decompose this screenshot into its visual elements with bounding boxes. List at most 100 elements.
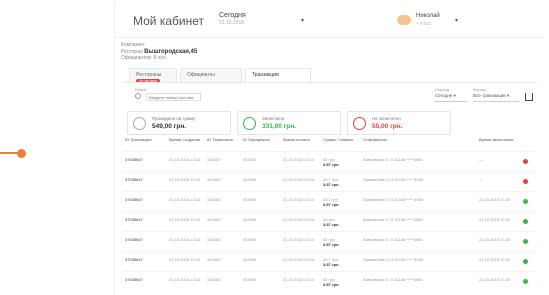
column-header[interactable]: Время зачисления <box>479 137 529 142</box>
column-header[interactable]: ID Транзакции <box>125 137 161 142</box>
cell-tips-value: 3.87 грн. <box>323 202 340 207</box>
cell-tips-value: 3.87 грн. <box>323 242 340 247</box>
cell-waiter-value: 443453 <box>243 197 257 202</box>
cell-id: 47035647 <box>125 237 165 242</box>
cell-created: 21.10.2018 13:14 <box>169 177 203 182</box>
cell-id: 47035647 <box>125 277 165 282</box>
card-value: 549,00 грн. <box>152 123 187 130</box>
cell-created: 21.10.2018 13:14 <box>169 217 203 222</box>
page-title: Мой кабинет <box>133 14 205 28</box>
cell-sender-value: Банковская 4 / 5 31148 **** 6985 <box>363 237 423 242</box>
table-row[interactable]: 47035647 21.10.2018 13:14 443453 443453 21.1… <box>123 251 537 271</box>
progress-ring-icon <box>133 117 146 130</box>
restaurant-prefix: Ресторан <box>121 48 143 55</box>
cell-terminal-value: 443453 <box>207 257 221 262</box>
user-name[interactable]: Николай <box>416 13 440 19</box>
cell-credited-value: 21.10.2018 13:20 <box>479 217 511 222</box>
tab-label: Официанты <box>187 72 215 78</box>
cell-sender: Банковская 4 / 5 31148 **** 6985 <box>363 237 423 242</box>
cell-amount: 44 грн. 3.87 грн. <box>323 217 357 227</box>
cell-amount: 25.7 грн. 3.87 грн. <box>323 177 357 187</box>
cell-sender-value: Приватбанк 4 / 5 31148 **** 6985 <box>363 177 423 182</box>
cell-id: 47035647 <box>125 197 165 202</box>
cell-id: 47035647 <box>125 257 165 262</box>
cell-waiter-value: 443457 <box>243 157 257 162</box>
card-label: Не зачислено <box>372 116 401 121</box>
cell-terminal: 443453 <box>207 257 239 262</box>
cell-tips-value: 3.87 грн. <box>323 162 340 167</box>
cell-tips-value: 3.87 грн. <box>323 262 340 267</box>
table-row[interactable]: 47035647 21.10.2018 13:14 443453 443453 21.1… <box>123 231 537 251</box>
cell-paid: 21.10.2018 13:14 <box>283 157 319 162</box>
cell-amount: 44 грн. 3.87 грн. <box>323 157 357 167</box>
cell-created: 21.10.2018 13:14 <box>169 257 203 262</box>
chevron-down-icon[interactable]: ▾ <box>301 17 304 24</box>
cell-waiter: 443453 <box>243 197 277 202</box>
chevron-down-icon[interactable]: ▾ <box>455 17 458 24</box>
cell-id: 47035647 <box>125 217 165 222</box>
cell-created-value: 21.10.2018 13:14 <box>169 277 201 282</box>
avatar[interactable] <box>397 15 411 25</box>
cell-created: 21.10.2018 13:14 <box>169 277 203 282</box>
table-row[interactable]: 47035647 21.10.2018 13:14 443457 443457 21.1… <box>123 151 537 171</box>
column-header[interactable]: ID Терминала <box>207 137 241 142</box>
user-subtitle: + 0 012 <box>416 21 432 26</box>
cell-terminal: 443453 <box>207 217 239 222</box>
cell-id-value: 47035647 <box>125 257 143 262</box>
cell-terminal: 443457 <box>207 157 239 162</box>
cell-terminal: 443453 <box>207 197 239 202</box>
status-dot-icon <box>523 259 528 264</box>
cell-credited-value: 21.10.2018 13:20 <box>479 277 511 282</box>
tab-label: Рестораны <box>136 72 162 78</box>
cell-credited-value: — <box>479 157 483 162</box>
restaurant-line: Ресторан Вышгородская,45 <box>121 49 197 56</box>
table-row[interactable]: 47035647 21.10.2018 13:14 443453 443453 21.1… <box>123 271 537 291</box>
cell-tips-value: 3.87 грн. <box>323 282 340 287</box>
chevron-down-icon: ▾ <box>506 93 510 98</box>
cell-terminal-value: 443453 <box>207 177 221 182</box>
status-dot-icon <box>523 159 528 164</box>
cell-amount: 44 грн. 3.87 грн. <box>323 237 357 247</box>
cell-credited-value: 21.10.2018 13:20 <box>479 197 511 202</box>
column-header[interactable]: Сумма / Чаевые <box>323 137 357 142</box>
cell-sender-value: Банковская 4 / 5 31148 **** 6985 <box>363 277 423 282</box>
column-header[interactable]: Время Создания <box>169 137 203 142</box>
card-value: 331,00 грн. <box>262 123 297 130</box>
status-dot-icon <box>523 199 528 204</box>
search-input[interactable] <box>146 93 201 101</box>
cell-waiter-value: 443453 <box>243 277 257 282</box>
cell-id-value: 47035647 <box>125 157 143 162</box>
period-select[interactable]: Сегодня ▾ <box>435 93 467 102</box>
cell-waiter: 443453 <box>243 257 277 262</box>
column-header[interactable]: Время оплаты <box>283 137 317 142</box>
search-icon <box>135 93 141 99</box>
cell-created-value: 21.10.2018 13:14 <box>169 157 201 162</box>
column-header[interactable]: Отправитель <box>363 137 397 142</box>
cell-created-value: 21.10.2018 13:14 <box>169 177 201 182</box>
summary-card-total: Проведено на сумму 549,00 грн. <box>127 111 231 135</box>
export-icon[interactable] <box>525 93 533 101</box>
progress-ring-icon <box>353 117 366 130</box>
cell-waiter-value: 443453 <box>243 237 257 242</box>
date-picker[interactable]: Сегодня 21.10.2018 <box>219 12 246 26</box>
table-row[interactable]: 47035647 21.10.2018 13:14 443453 443453 21.1… <box>123 171 537 191</box>
summary-card-credited: Зачислено 331,00 грн. <box>237 111 341 135</box>
cell-paid: 21.10.2018 13:14 <box>283 277 319 282</box>
table-row[interactable]: 47035647 21.10.2018 13:14 443453 443453 21.1… <box>123 211 537 231</box>
progress-ring-icon <box>243 117 256 130</box>
cell-waiter-value: 443453 <box>243 257 257 262</box>
cell-credited: — <box>479 157 515 162</box>
cell-sender: Приватбанк 4 / 5 31148 **** 6985 <box>363 177 423 182</box>
cell-created: 21.10.2018 13:14 <box>169 237 203 242</box>
cell-credited: 21.10.2018 13:20 <box>479 197 515 202</box>
cell-credited-value: 21.10.2018 13:20 <box>479 237 511 242</box>
cell-id-value: 47035647 <box>125 237 143 242</box>
cell-paid-value: 21.10.2018 13:14 <box>283 157 315 162</box>
filter-select[interactable]: Все транзакции ▾ <box>473 93 519 102</box>
cell-terminal-value: 443453 <box>207 197 221 202</box>
table-row[interactable]: 47035647 21.10.2018 13:14 443453 443453 21.1… <box>123 191 537 211</box>
cell-amount: 25.7 грн. 3.87 грн. <box>323 197 357 207</box>
cell-id-value: 47035647 <box>125 277 143 282</box>
column-header[interactable]: ID Официанта <box>243 137 277 142</box>
date-value: 21.10.2018 <box>219 20 245 26</box>
